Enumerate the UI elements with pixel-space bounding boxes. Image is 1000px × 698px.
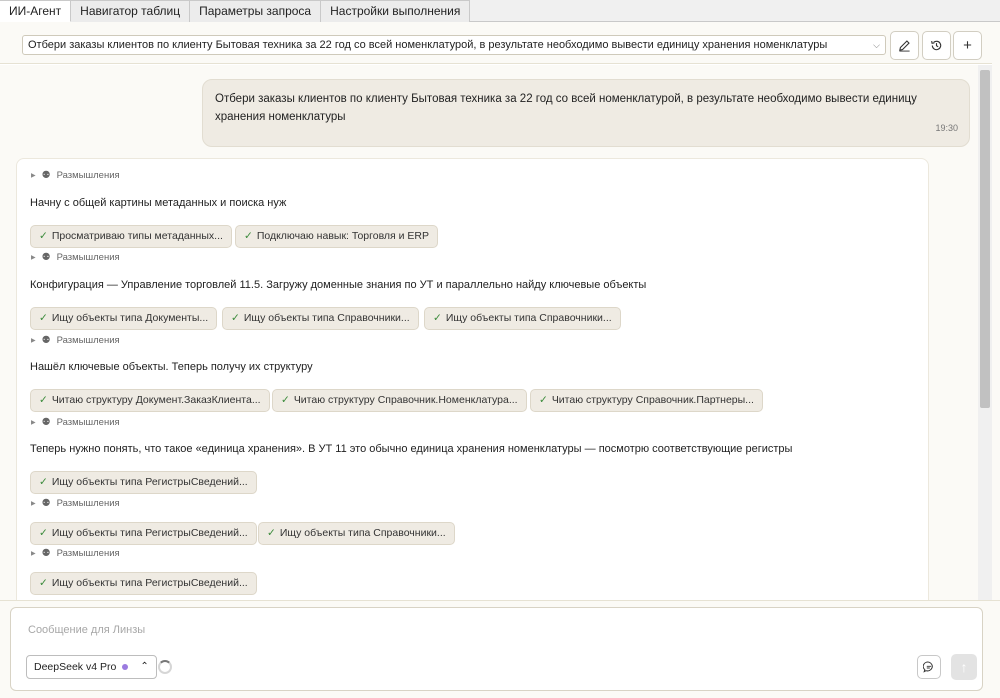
tab-query-params[interactable]: Параметры запроса (190, 0, 322, 22)
user-message: Отбери заказы клиентов по клиенту Бытова… (202, 79, 970, 147)
chevron-down-icon: ⌵ (873, 40, 880, 50)
thinking-toggle[interactable]: ▶ ⚉ Размышления (31, 335, 120, 346)
caret-right-icon: ▶ (31, 255, 36, 261)
agent-message: Теперь нужно понять, что такое «единица … (30, 443, 793, 455)
lightbulb-icon: ⚉ (41, 498, 51, 509)
thinking-label: Размышления (56, 417, 120, 428)
tool-chip[interactable]: ✓ Подключаю навык: Торговля и ERP (235, 225, 439, 248)
check-icon: ✓ (267, 527, 276, 539)
send-button[interactable]: ↑ (951, 654, 977, 680)
tool-chip[interactable]: ✓ Читаю структуру Документ.ЗаказКлиента..… (30, 389, 270, 412)
thinking-toggle[interactable]: ▶ ⚉ Размышления (31, 548, 120, 559)
check-icon: ✓ (39, 312, 48, 324)
tool-chip[interactable]: ✓ Ищу объекты типа РегистрыСведений... (30, 522, 257, 545)
tool-chip[interactable]: ✓ Ищу объекты типа РегистрыСведений... (30, 471, 257, 494)
chat-context-button[interactable] (917, 655, 941, 679)
chevron-up-icon: ⌃ (140, 661, 149, 672)
lightbulb-icon: ⚉ (41, 252, 51, 263)
tab-ai-agent[interactable]: ИИ-Агент (0, 0, 72, 22)
history-icon (931, 40, 942, 51)
tab-run-settings[interactable]: Настройки выполнения (321, 0, 471, 22)
thinking-label: Размышления (56, 548, 120, 559)
query-select[interactable]: Отбери заказы клиентов по клиенту Бытова… (22, 35, 886, 55)
thinking-label: Размышления (56, 335, 120, 346)
thinking-label: Размышления (56, 252, 120, 263)
edit-query-button[interactable] (890, 31, 919, 60)
agent-response: ▶ ⚉ Размышления Начну с общей картины ме… (16, 158, 929, 600)
tool-chip[interactable]: ✓ Ищу объекты типа Документы... (30, 307, 218, 330)
caret-right-icon: ▶ (31, 338, 36, 344)
tool-chip[interactable]: ✓ Читаю структуру Справочник.Партнеры... (530, 389, 763, 412)
tool-chip[interactable]: ✓ Ищу объекты типа РегистрыСведений... (30, 572, 257, 595)
tool-chip[interactable]: ✓ Ищу объекты типа Справочники... (258, 522, 455, 545)
chat-area: Отбери заказы клиентов по клиенту Бытова… (0, 65, 978, 600)
history-button[interactable] (922, 31, 951, 60)
right-gutter (992, 22, 1000, 698)
caret-right-icon: ▶ (31, 173, 36, 179)
agent-message: Начну с общей картины метаданных и поиск… (30, 197, 287, 209)
query-toolbar: Отбери заказы клиентов по клиенту Бытова… (0, 22, 1000, 64)
arrow-up-icon: ↑ (960, 659, 968, 675)
check-icon: ✓ (539, 394, 548, 406)
agent-message: Конфигурация — Управление торговлей 11.5… (30, 279, 647, 291)
check-icon: ✓ (39, 476, 48, 488)
tool-chip[interactable]: ✓ Ищу объекты типа Справочники... (424, 307, 621, 330)
loading-spinner-icon (158, 660, 172, 674)
user-message-time: 19:30 (935, 123, 958, 133)
agent-message: Нашёл ключевые объекты. Теперь получу их… (30, 361, 313, 373)
caret-right-icon: ▶ (31, 420, 36, 426)
chat-scrollbar-thumb[interactable] (980, 70, 990, 408)
thinking-toggle[interactable]: ▶ ⚉ Размышления (31, 252, 120, 263)
tab-bar: ИИ-Агент Навигатор таблиц Параметры запр… (0, 0, 1000, 22)
composer-area: Сообщение для Линзы DeepSeek v4 Pro ⌃ ↑ (0, 600, 1000, 698)
pencil-icon (899, 40, 910, 52)
message-composer[interactable]: Сообщение для Линзы DeepSeek v4 Pro ⌃ ↑ (10, 607, 983, 691)
model-name: DeepSeek v4 Pro (34, 661, 117, 673)
plus-icon: + (963, 37, 972, 54)
check-icon: ✓ (433, 312, 442, 324)
check-icon: ✓ (39, 394, 48, 406)
thinking-label: Размышления (56, 170, 120, 181)
tab-table-navigator[interactable]: Навигатор таблиц (71, 0, 191, 22)
lightbulb-icon: ⚉ (41, 548, 51, 559)
thinking-toggle[interactable]: ▶ ⚉ Размышления (31, 417, 120, 428)
check-icon: ✓ (281, 394, 290, 406)
caret-right-icon: ▶ (31, 501, 36, 507)
thinking-toggle[interactable]: ▶ ⚉ Размышления (31, 498, 120, 509)
tool-chip[interactable]: ✓ Ищу объекты типа Справочники... (222, 307, 419, 330)
message-input[interactable]: Сообщение для Линзы (28, 624, 145, 636)
check-icon: ✓ (231, 312, 240, 324)
tool-chip[interactable]: ✓ Читаю структуру Справочник.Номенклатура… (272, 389, 527, 412)
lightbulb-icon: ⚉ (41, 417, 51, 428)
model-selector[interactable]: DeepSeek v4 Pro ⌃ (26, 655, 157, 679)
check-icon: ✓ (39, 230, 48, 242)
lightbulb-icon: ⚉ (41, 170, 51, 181)
thinking-toggle[interactable]: ▶ ⚉ Размышления (31, 170, 120, 181)
thinking-label: Размышления (56, 498, 120, 509)
check-icon: ✓ (244, 230, 253, 242)
check-icon: ✓ (39, 577, 48, 589)
model-status-dot (122, 664, 129, 670)
lightbulb-icon: ⚉ (41, 335, 51, 346)
add-query-button[interactable]: + (953, 31, 982, 60)
chat-bubble-icon (923, 661, 933, 673)
user-message-text: Отбери заказы клиентов по клиенту Бытова… (215, 93, 917, 123)
tool-chip[interactable]: ✓ Просматриваю типы метаданных... (30, 225, 232, 248)
check-icon: ✓ (39, 527, 48, 539)
query-select-value: Отбери заказы клиентов по клиенту Бытова… (28, 39, 828, 51)
app-window: ИИ-Агент Навигатор таблиц Параметры запр… (0, 0, 1000, 698)
caret-right-icon: ▶ (31, 551, 36, 557)
